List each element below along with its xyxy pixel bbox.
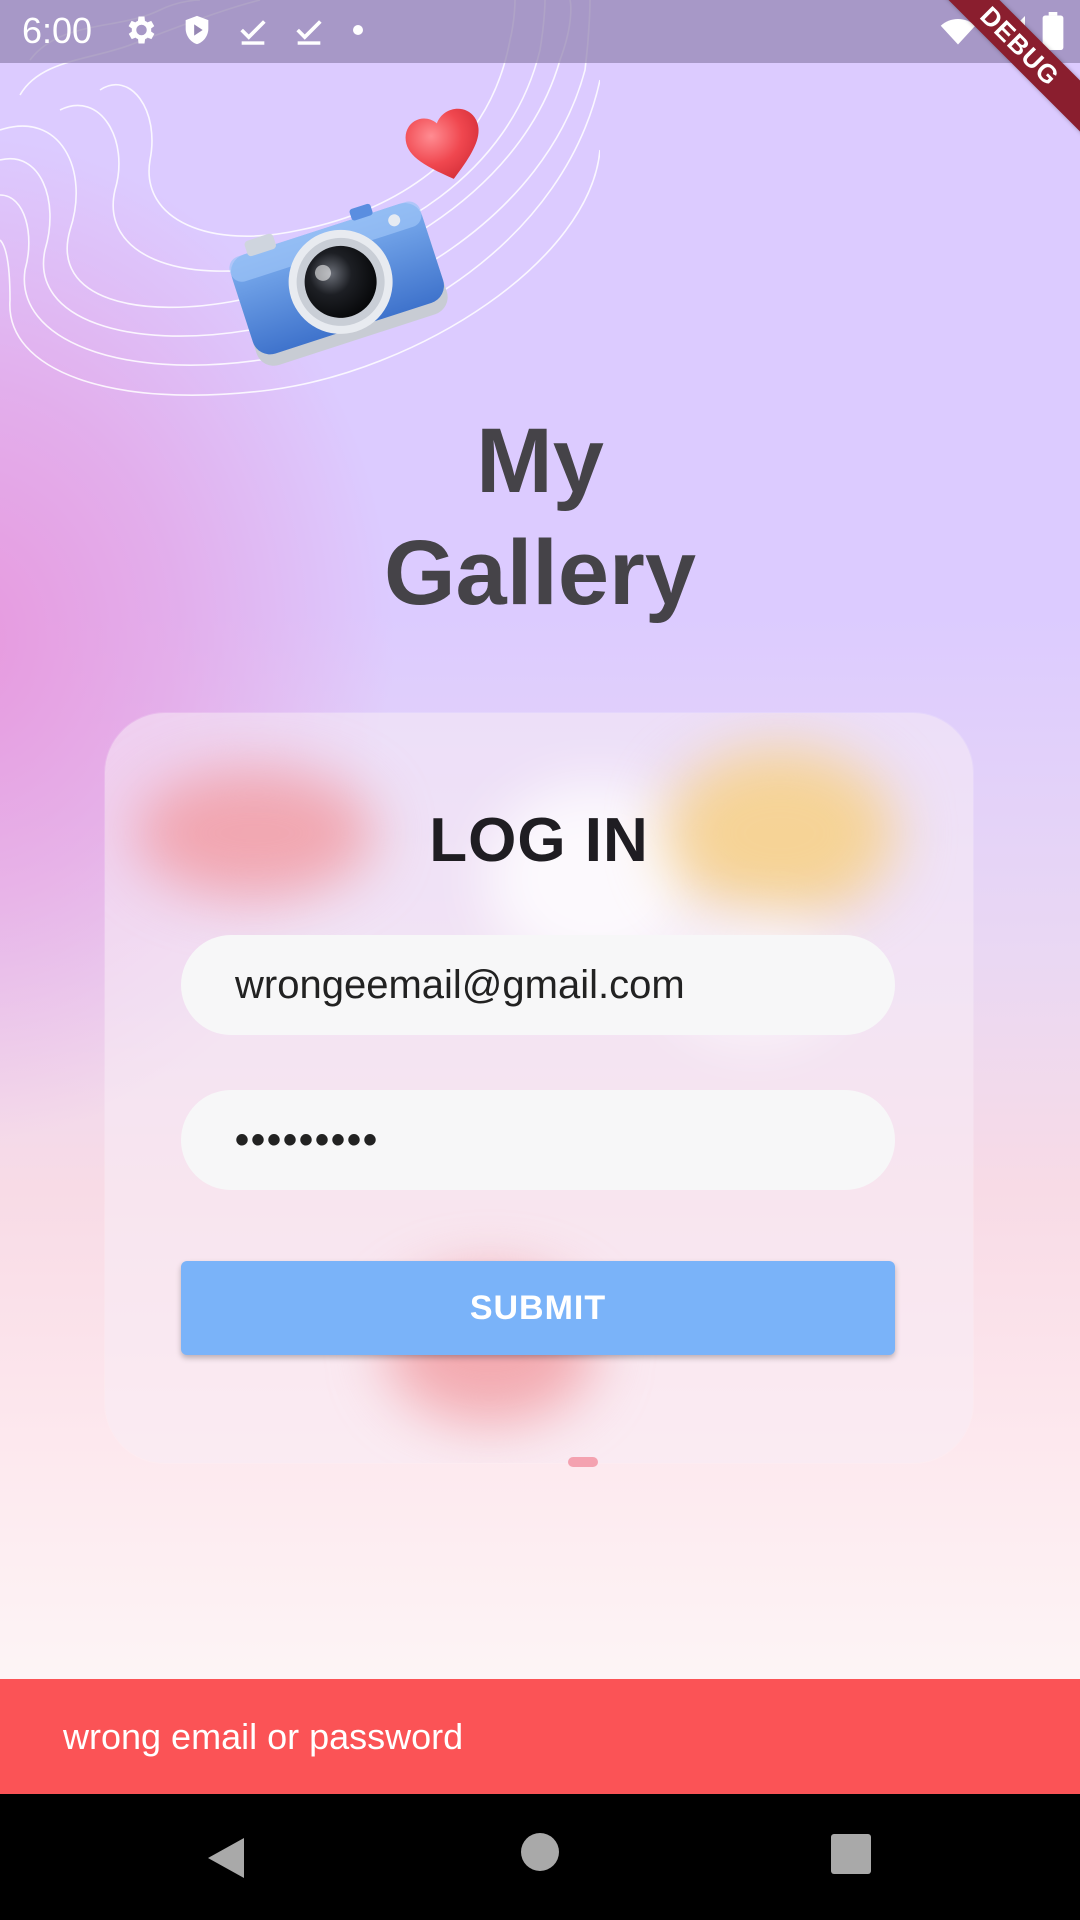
- login-screen: My Gallery LOG IN wrongeemail@gmail.com …: [0, 0, 1080, 1920]
- app-title-line2: Gallery: [384, 522, 696, 624]
- settings-icon: [128, 16, 155, 44]
- recents-icon[interactable]: [831, 1834, 871, 1874]
- download-done-icon: [296, 20, 322, 45]
- shield-icon: [185, 15, 209, 45]
- password-field[interactable]: •••••••••: [181, 1090, 895, 1190]
- submit-button-label: SUBMIT: [469, 1288, 607, 1327]
- email-field-value: wrongeemail@gmail.com: [235, 962, 685, 1007]
- navigation-bar: [0, 1794, 1080, 1920]
- back-icon[interactable]: [204, 1834, 248, 1882]
- password-field-value: •••••••••: [235, 1117, 380, 1162]
- error-snackbar: wrong email or password: [0, 1679, 1080, 1794]
- dot-icon: [353, 25, 363, 35]
- app-title: My Gallery: [0, 405, 1080, 629]
- snackbar-message: wrong email or password: [63, 1715, 464, 1757]
- download-done-icon: [240, 20, 266, 45]
- status-bar: 6:00: [0, 0, 1080, 63]
- status-notification-icons: [122, 12, 368, 48]
- battery-icon: [1042, 12, 1064, 50]
- app-title-line1: My: [476, 410, 604, 512]
- login-title: LOG IN: [429, 806, 649, 875]
- heart-icon: [405, 108, 479, 179]
- email-field[interactable]: wrongeemail@gmail.com: [181, 935, 895, 1035]
- submit-button[interactable]: SUBMIT: [181, 1261, 895, 1355]
- login-card: LOG IN wrongeemail@gmail.com ••••••••• S…: [105, 713, 973, 1463]
- home-icon[interactable]: [520, 1832, 560, 1872]
- status-time: 6:00: [22, 10, 93, 51]
- camera-icon: [229, 201, 448, 366]
- decorative-dot: [568, 1457, 598, 1467]
